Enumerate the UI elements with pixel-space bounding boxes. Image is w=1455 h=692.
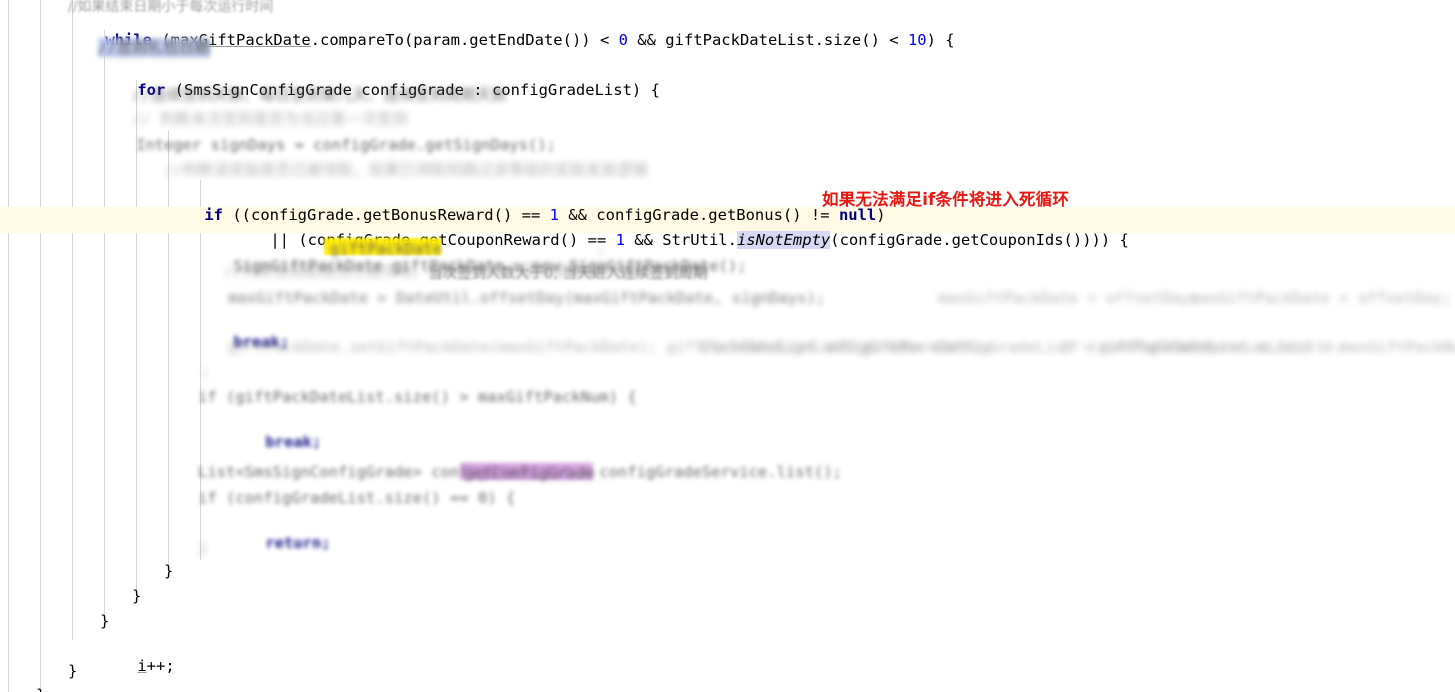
redacted-return-keyword: return; xyxy=(265,534,331,552)
redacted-line-10c: if (giftPackDateList.size() > maxGiftPac… xyxy=(1060,338,1455,356)
while-close-paren: ) { xyxy=(926,31,955,49)
while-expr-part1: .compareTo(param.getEndDate()) xyxy=(310,31,600,49)
redacted-cjk-note: 当次签到人数大于0, 当天进入连续签到周期 xyxy=(428,266,708,282)
indent-guide xyxy=(136,80,137,592)
redacted-line-15-token: getConfigGrade xyxy=(464,464,595,482)
while-expr-part2: && giftPackDateList.size() xyxy=(627,31,890,49)
redacted-break-keyword: break; xyxy=(265,433,322,451)
code-line-increment[interactable]: i++; xyxy=(100,638,175,692)
redacted-line-8: maxGiftPackDate = DateUtil.offsetDay(max… xyxy=(228,289,826,307)
redacted-line-6-overlay: giftPackDate xyxy=(330,240,442,258)
indent-guide xyxy=(8,0,9,692)
redacted-line-2: //连续签到天数、每日签到第几天、连续签到周期天数 xyxy=(132,86,508,104)
closing-brace-inner-if[interactable]: } xyxy=(164,562,173,581)
if2-cond-part3: (configGrade.getCouponIds()))) { xyxy=(830,231,1129,249)
variable-i: i xyxy=(137,657,147,675)
closing-brace-inner[interactable]: } xyxy=(100,612,109,631)
keyword-if: if xyxy=(204,206,223,224)
closing-brace-method[interactable]: } xyxy=(36,686,45,692)
while-number-0: 0 xyxy=(609,31,628,49)
redacted-line-8-tail2: maxGiftPackDate = offsetDay; xyxy=(1190,289,1452,307)
redacted-line-5: //判断该奖励是否已被领取，如果已领取则跳过该等级的奖励发放逻辑 xyxy=(164,161,648,179)
increment-operator: ++; xyxy=(146,657,175,675)
red-annotation: 如果无法满足if条件将进入死循环 xyxy=(822,190,1070,209)
method-isnotempty: isNotEmpty xyxy=(736,231,831,249)
closing-brace-for[interactable]: } xyxy=(132,587,141,606)
redacted-line-4: Integer signDays = configGrade.getSignDa… xyxy=(136,136,556,154)
while-operator-lt-1: < xyxy=(599,31,610,49)
redacted-line-1b: //签到礼包日期 xyxy=(98,42,210,60)
redacted-line-6-tail: ; xyxy=(596,240,606,258)
redacted-line-18: } xyxy=(198,540,208,558)
closing-brace-while[interactable]: } xyxy=(68,662,77,681)
code-editor[interactable]: //如果结束日期小于每次运行时间 while (maxGiftPackDate.… xyxy=(0,0,1455,692)
redacted-line-16: if (configGradeList.size() == 0) { xyxy=(198,489,516,507)
redacted-line-12: if (giftPackDateList.size() > maxGiftPac… xyxy=(198,388,637,406)
indent-guide xyxy=(40,0,41,692)
redacted-line-17: return; xyxy=(228,515,331,572)
indent-guide xyxy=(72,0,73,640)
redacted-line-3: // 判断本次签到是否为当日第一次签到 xyxy=(132,110,408,128)
while-number-10: 10 xyxy=(898,31,927,49)
redacted-line-8-tail: maxGiftPackDate = offsetDay; xyxy=(938,289,1200,307)
while-operator-lt-2: < xyxy=(889,31,899,49)
redacted-line-11: ; xyxy=(200,362,210,380)
